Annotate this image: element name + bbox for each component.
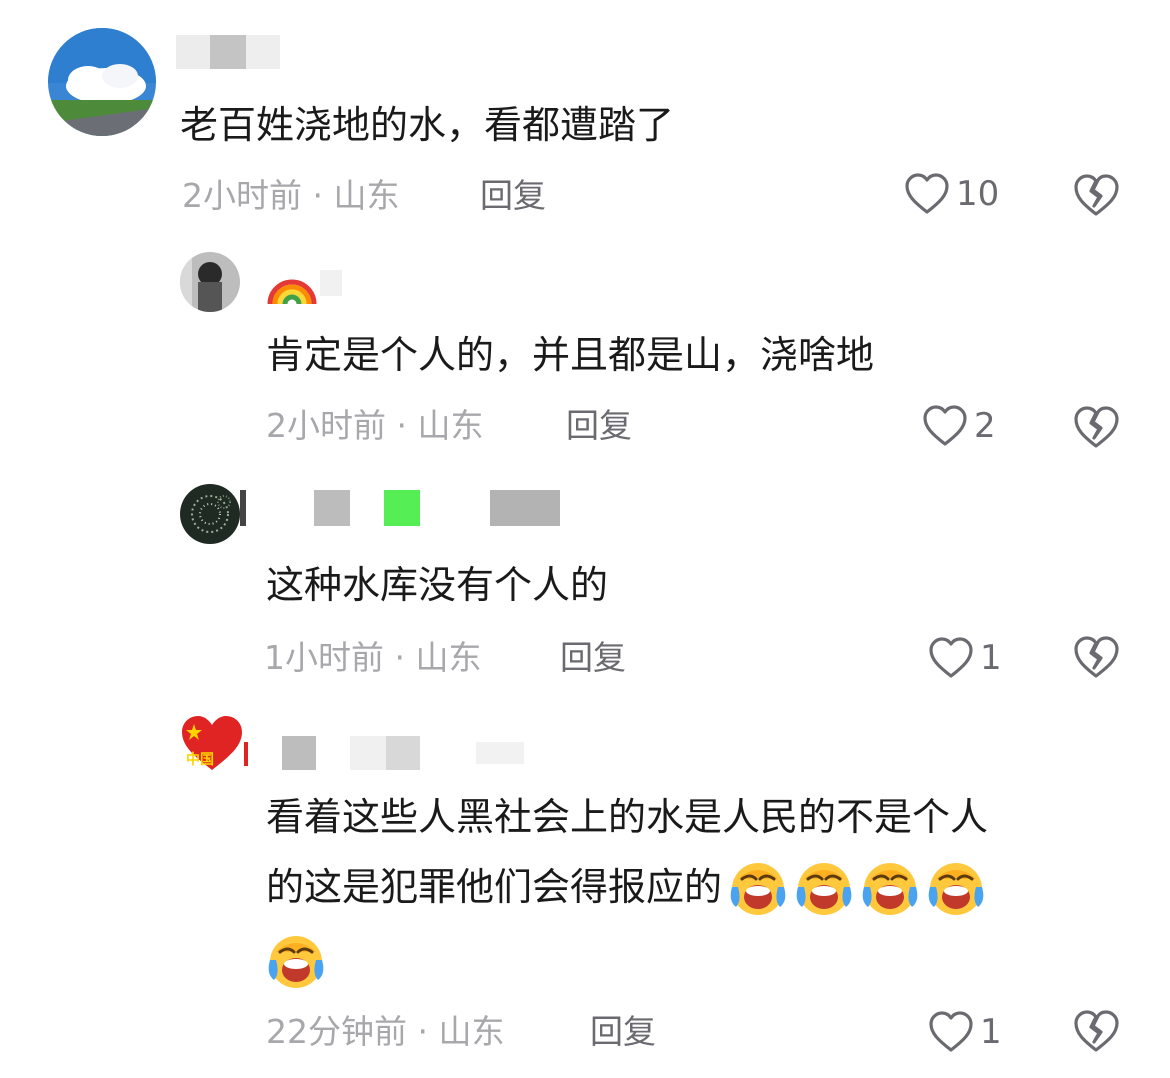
reply-button[interactable]: 回复 xyxy=(566,406,632,446)
username[interactable] xyxy=(266,256,342,306)
comment-text: 这种水库没有个人的 xyxy=(266,563,609,607)
dislike-button[interactable] xyxy=(1072,404,1120,454)
reply-button[interactable]: 回复 xyxy=(560,638,626,678)
heart-outline-icon xyxy=(905,173,949,214)
heart-outline-icon xyxy=(929,1011,973,1052)
crying-laughing-emoji xyxy=(268,936,324,988)
broken-heart-icon xyxy=(1074,406,1119,448)
reply-button[interactable]: 回复 xyxy=(480,176,546,216)
dislike-button[interactable] xyxy=(1072,172,1120,222)
avatar[interactable] xyxy=(180,484,240,544)
comment-meta: 1小时前 · 山东 xyxy=(264,638,482,677)
like-button[interactable]: 10 xyxy=(904,172,999,216)
avatar[interactable]: 中国 xyxy=(180,714,244,774)
comment-meta: 2小时前 · 山东 xyxy=(266,406,484,445)
comment-text: 看着这些人黑社会上的水是人民的不是个人 xyxy=(266,795,989,839)
username-redacted[interactable] xyxy=(240,490,560,526)
like-count: 2 xyxy=(974,406,996,446)
reply-button[interactable]: 回复 xyxy=(590,1012,656,1052)
broken-heart-icon xyxy=(1074,636,1119,678)
emoji-row-2 xyxy=(266,930,326,994)
comment-text-fragment: 的这是犯罪他们会得报应的 xyxy=(266,865,723,909)
dislike-button[interactable] xyxy=(1072,1008,1120,1058)
crying-laughing-emoji xyxy=(862,863,918,915)
broken-heart-icon xyxy=(1074,174,1119,216)
like-count: 1 xyxy=(980,1012,1002,1052)
comment-meta: 2小时前 · 山东 xyxy=(182,176,400,215)
emoji-row xyxy=(728,857,986,917)
crying-laughing-emoji xyxy=(730,863,786,915)
like-button[interactable]: 1 xyxy=(928,636,1002,680)
like-button[interactable]: 2 xyxy=(922,404,996,448)
avatar-caption: 中国 xyxy=(186,752,214,768)
rainbow-icon xyxy=(267,279,317,305)
broken-heart-icon xyxy=(1074,1010,1119,1052)
avatar[interactable] xyxy=(48,28,156,136)
comment-meta: 22分钟前 · 山东 xyxy=(266,1012,505,1051)
dislike-button[interactable] xyxy=(1072,634,1120,684)
comment-text: 老百姓浇地的水，看都遭踏了 xyxy=(180,103,675,147)
username-redacted[interactable] xyxy=(244,736,534,770)
like-count: 10 xyxy=(956,174,1000,214)
avatar[interactable] xyxy=(180,252,240,312)
heart-outline-icon xyxy=(929,637,973,678)
crying-laughing-emoji xyxy=(928,863,984,915)
like-count: 1 xyxy=(980,638,1002,678)
username-redacted[interactable] xyxy=(176,35,280,69)
like-button[interactable]: 1 xyxy=(928,1010,1002,1054)
comment-text-line-2: 的这是犯罪他们会得报应的 xyxy=(266,854,986,920)
crying-laughing-emoji xyxy=(796,863,852,915)
heart-outline-icon xyxy=(923,405,967,446)
comment-text: 肯定是个人的，并且都是山，浇啥地 xyxy=(266,333,875,377)
